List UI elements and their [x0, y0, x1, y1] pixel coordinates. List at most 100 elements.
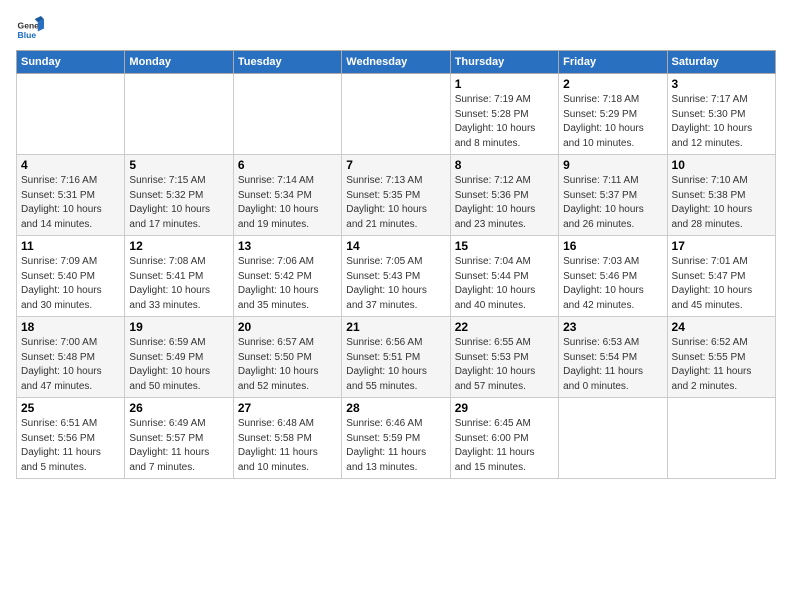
- day-number: 7: [346, 158, 445, 172]
- calendar-week-row: 25 Sunrise: 6:51 AM Sunset: 5:56 PM Dayli…: [17, 398, 776, 479]
- calendar-cell: 25 Sunrise: 6:51 AM Sunset: 5:56 PM Dayli…: [17, 398, 125, 479]
- day-number: 23: [563, 320, 662, 334]
- calendar-cell: 29 Sunrise: 6:45 AM Sunset: 6:00 PM Dayli…: [450, 398, 558, 479]
- day-info: Sunrise: 7:10 AM Sunset: 5:38 PM Dayligh…: [672, 174, 771, 232]
- calendar-cell: [342, 74, 450, 155]
- day-info: Sunrise: 7:05 AM Sunset: 5:43 PM Dayligh…: [346, 255, 445, 313]
- day-number: 11: [21, 239, 120, 253]
- calendar-cell: 24 Sunrise: 6:52 AM Sunset: 5:55 PM Dayli…: [667, 317, 775, 398]
- day-info: Sunrise: 7:15 AM Sunset: 5:32 PM Dayligh…: [129, 174, 228, 232]
- weekday-header: Sunday: [17, 51, 125, 74]
- calendar-cell: 6Sunrise: 7:14 AM Sunset: 5:34 PM Daylig…: [233, 155, 341, 236]
- calendar-table: SundayMondayTuesdayWednesdayThursdayFrid…: [16, 50, 776, 479]
- calendar-cell: 27 Sunrise: 6:48 AM Sunset: 5:58 PM Dayli…: [233, 398, 341, 479]
- calendar-week-row: 11 Sunrise: 7:09 AM Sunset: 5:40 PM Dayli…: [17, 236, 776, 317]
- day-info: Sunrise: 6:52 AM Sunset: 5:55 PM Dayligh…: [672, 336, 771, 394]
- day-number: 1: [455, 77, 554, 91]
- day-number: 28: [346, 401, 445, 415]
- calendar-cell: 22 Sunrise: 6:55 AM Sunset: 5:53 PM Dayli…: [450, 317, 558, 398]
- day-number: 4: [21, 158, 120, 172]
- day-info: Sunrise: 6:46 AM Sunset: 5:59 PM Dayligh…: [346, 417, 445, 475]
- svg-text:Blue: Blue: [18, 30, 37, 40]
- day-info: Sunrise: 7:16 AM Sunset: 5:31 PM Dayligh…: [21, 174, 120, 232]
- day-info: Sunrise: 7:03 AM Sunset: 5:46 PM Dayligh…: [563, 255, 662, 313]
- calendar-cell: 19 Sunrise: 6:59 AM Sunset: 5:49 PM Dayli…: [125, 317, 233, 398]
- day-number: 9: [563, 158, 662, 172]
- day-info: Sunrise: 7:17 AM Sunset: 5:30 PM Dayligh…: [672, 93, 771, 151]
- day-info: Sunrise: 6:59 AM Sunset: 5:49 PM Dayligh…: [129, 336, 228, 394]
- day-number: 19: [129, 320, 228, 334]
- day-number: 5: [129, 158, 228, 172]
- day-number: 24: [672, 320, 771, 334]
- day-info: Sunrise: 7:00 AM Sunset: 5:48 PM Dayligh…: [21, 336, 120, 394]
- calendar-cell: 1 Sunrise: 7:19 AM Sunset: 5:28 PM Daylig…: [450, 74, 558, 155]
- day-number: 13: [238, 239, 337, 253]
- calendar-cell: 5 Sunrise: 7:15 AM Sunset: 5:32 PM Daylig…: [125, 155, 233, 236]
- day-info: Sunrise: 7:06 AM Sunset: 5:42 PM Dayligh…: [238, 255, 337, 313]
- logo: General Blue: [16, 16, 44, 44]
- page: General Blue SundayMondayTuesdayWednesda…: [0, 0, 792, 491]
- calendar-cell: 20Sunrise: 6:57 AM Sunset: 5:50 PM Dayli…: [233, 317, 341, 398]
- day-info: Sunrise: 6:51 AM Sunset: 5:56 PM Dayligh…: [21, 417, 120, 475]
- calendar-cell: 28 Sunrise: 6:46 AM Sunset: 5:59 PM Dayli…: [342, 398, 450, 479]
- calendar-cell: 12 Sunrise: 7:08 AM Sunset: 5:41 PM Dayli…: [125, 236, 233, 317]
- day-number: 25: [21, 401, 120, 415]
- day-number: 29: [455, 401, 554, 415]
- weekday-header: Friday: [559, 51, 667, 74]
- day-info: Sunrise: 7:09 AM Sunset: 5:40 PM Dayligh…: [21, 255, 120, 313]
- calendar-cell: [667, 398, 775, 479]
- day-info: Sunrise: 7:01 AM Sunset: 5:47 PM Dayligh…: [672, 255, 771, 313]
- day-info: Sunrise: 6:49 AM Sunset: 5:57 PM Dayligh…: [129, 417, 228, 475]
- day-info: Sunrise: 6:48 AM Sunset: 5:58 PM Dayligh…: [238, 417, 337, 475]
- calendar-cell: [559, 398, 667, 479]
- calendar-cell: 2 Sunrise: 7:18 AM Sunset: 5:29 PM Daylig…: [559, 74, 667, 155]
- weekday-header: Wednesday: [342, 51, 450, 74]
- day-info: Sunrise: 7:08 AM Sunset: 5:41 PM Dayligh…: [129, 255, 228, 313]
- logo-icon: General Blue: [16, 16, 44, 44]
- calendar-cell: 13 Sunrise: 7:06 AM Sunset: 5:42 PM Dayli…: [233, 236, 341, 317]
- day-number: 14: [346, 239, 445, 253]
- day-info: Sunrise: 6:57 AM Sunset: 5:50 PM Dayligh…: [238, 336, 337, 394]
- calendar-cell: 10 Sunrise: 7:10 AM Sunset: 5:38 PM Dayli…: [667, 155, 775, 236]
- day-info: Sunrise: 6:55 AM Sunset: 5:53 PM Dayligh…: [455, 336, 554, 394]
- day-info: Sunrise: 7:04 AM Sunset: 5:44 PM Dayligh…: [455, 255, 554, 313]
- calendar-cell: 3 Sunrise: 7:17 AM Sunset: 5:30 PM Daylig…: [667, 74, 775, 155]
- day-info: Sunrise: 7:13 AM Sunset: 5:35 PM Dayligh…: [346, 174, 445, 232]
- calendar-cell: 4 Sunrise: 7:16 AM Sunset: 5:31 PM Daylig…: [17, 155, 125, 236]
- day-info: Sunrise: 6:45 AM Sunset: 6:00 PM Dayligh…: [455, 417, 554, 475]
- day-number: 27: [238, 401, 337, 415]
- day-info: Sunrise: 7:19 AM Sunset: 5:28 PM Dayligh…: [455, 93, 554, 151]
- calendar-week-row: 4 Sunrise: 7:16 AM Sunset: 5:31 PM Daylig…: [17, 155, 776, 236]
- weekday-header: Monday: [125, 51, 233, 74]
- weekday-header: Saturday: [667, 51, 775, 74]
- day-number: 26: [129, 401, 228, 415]
- day-number: 12: [129, 239, 228, 253]
- day-info: Sunrise: 7:11 AM Sunset: 5:37 PM Dayligh…: [563, 174, 662, 232]
- day-number: 22: [455, 320, 554, 334]
- calendar-cell: 7 Sunrise: 7:13 AM Sunset: 5:35 PM Daylig…: [342, 155, 450, 236]
- day-number: 10: [672, 158, 771, 172]
- calendar-week-row: 1 Sunrise: 7:19 AM Sunset: 5:28 PM Daylig…: [17, 74, 776, 155]
- day-number: 16: [563, 239, 662, 253]
- day-info: Sunrise: 6:53 AM Sunset: 5:54 PM Dayligh…: [563, 336, 662, 394]
- calendar-cell: [233, 74, 341, 155]
- day-info: Sunrise: 7:14 AM Sunset: 5:34 PM Dayligh…: [238, 174, 337, 232]
- day-info: Sunrise: 6:56 AM Sunset: 5:51 PM Dayligh…: [346, 336, 445, 394]
- day-number: 3: [672, 77, 771, 91]
- weekday-header-row: SundayMondayTuesdayWednesdayThursdayFrid…: [17, 51, 776, 74]
- calendar-cell: 9 Sunrise: 7:11 AM Sunset: 5:37 PM Daylig…: [559, 155, 667, 236]
- calendar-cell: 18Sunrise: 7:00 AM Sunset: 5:48 PM Dayli…: [17, 317, 125, 398]
- calendar-cell: 21Sunrise: 6:56 AM Sunset: 5:51 PM Dayli…: [342, 317, 450, 398]
- calendar-cell: 8Sunrise: 7:12 AM Sunset: 5:36 PM Daylig…: [450, 155, 558, 236]
- day-info: Sunrise: 7:18 AM Sunset: 5:29 PM Dayligh…: [563, 93, 662, 151]
- calendar-cell: 16 Sunrise: 7:03 AM Sunset: 5:46 PM Dayli…: [559, 236, 667, 317]
- day-number: 2: [563, 77, 662, 91]
- calendar-cell: 11 Sunrise: 7:09 AM Sunset: 5:40 PM Dayli…: [17, 236, 125, 317]
- calendar-week-row: 18Sunrise: 7:00 AM Sunset: 5:48 PM Dayli…: [17, 317, 776, 398]
- calendar-cell: [125, 74, 233, 155]
- day-info: Sunrise: 7:12 AM Sunset: 5:36 PM Dayligh…: [455, 174, 554, 232]
- calendar-cell: 17Sunrise: 7:01 AM Sunset: 5:47 PM Dayli…: [667, 236, 775, 317]
- calendar-cell: 26 Sunrise: 6:49 AM Sunset: 5:57 PM Dayli…: [125, 398, 233, 479]
- calendar-cell: [17, 74, 125, 155]
- weekday-header: Tuesday: [233, 51, 341, 74]
